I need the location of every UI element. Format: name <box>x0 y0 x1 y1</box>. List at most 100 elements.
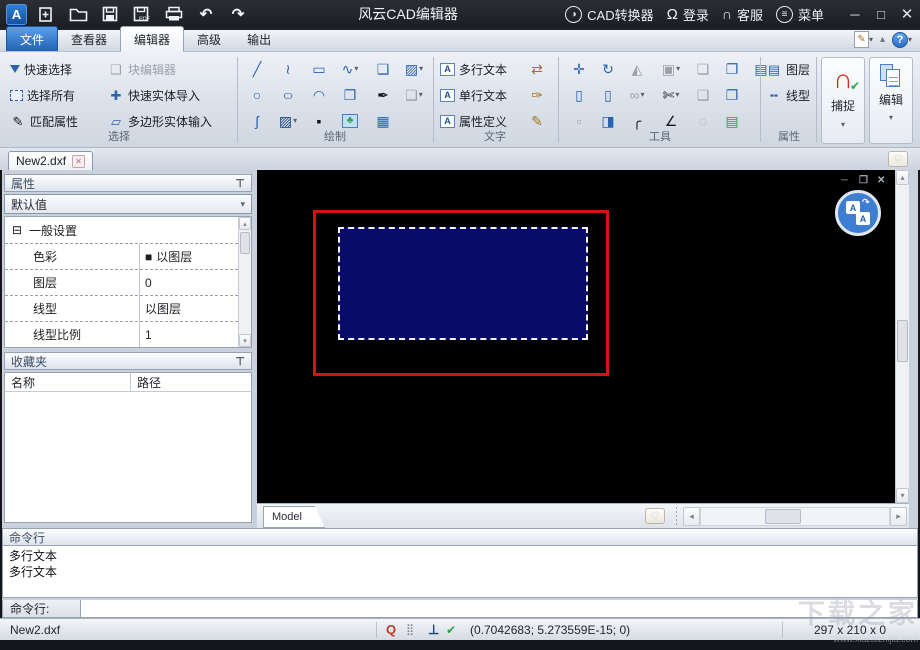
snap-button[interactable]: ∩ ✔ 捕捉 ▾ <box>821 57 865 144</box>
duplicate-button[interactable]: ❑ ▾ <box>401 84 427 106</box>
scrollbar-thumb[interactable] <box>240 232 250 254</box>
property-row-linetype[interactable]: 线型 以图层 <box>5 295 238 321</box>
open-file-button[interactable] <box>65 2 91 26</box>
help-button[interactable]: ? ▾ <box>891 31 912 48</box>
rotate-tool-button[interactable]: ↻ <box>595 58 621 80</box>
redo-button[interactable]: ↷ <box>225 2 251 26</box>
tab-advanced[interactable]: 高级 <box>184 27 234 51</box>
tab-output[interactable]: 输出 <box>234 27 284 51</box>
print-button[interactable] <box>161 2 187 26</box>
osnap-toggle-icon[interactable]: ✔ <box>446 623 456 637</box>
layers-button[interactable]: ▤ 图层 <box>766 58 810 80</box>
tab-editor[interactable]: 编辑器 <box>120 26 185 52</box>
canvas-vscrollbar[interactable]: ▴ ▾ <box>895 170 909 503</box>
block-insert-button[interactable]: ❏ <box>370 58 396 80</box>
document-close-button[interactable]: ✕ <box>72 154 86 168</box>
layout-more-button[interactable]: ♡ <box>645 508 665 524</box>
scroll-left-button[interactable]: ◂ <box>683 507 700 526</box>
mirror-tool-button[interactable]: ◭ <box>624 58 650 80</box>
model-tab[interactable]: Model <box>263 506 325 528</box>
favorites-col-path[interactable]: 路径 <box>131 374 161 391</box>
mdi-close-button[interactable]: ✕ <box>877 175 885 186</box>
minimize-button[interactable]: ─ <box>842 1 868 27</box>
layers-icon: ▤ <box>767 61 781 77</box>
property-row-layer[interactable]: 图层 0 <box>5 269 238 295</box>
cut-tool-button[interactable]: ✄ ▾ <box>658 84 684 106</box>
extend-tool-button[interactable]: ▯ <box>595 84 621 106</box>
pen-tool-button[interactable]: ✒ <box>370 84 396 106</box>
arc-tool-button[interactable]: ◠ <box>306 84 332 106</box>
maximize-button[interactable]: □ <box>868 1 894 27</box>
trim-tool-button[interactable]: ▯ <box>566 84 592 106</box>
tab-viewer[interactable]: 查看器 <box>58 27 120 51</box>
collapse-ribbon-button[interactable]: ▴ <box>880 34 885 45</box>
quick-select-button[interactable]: 快速选择 <box>10 58 72 80</box>
support-button[interactable]: 客服 <box>737 5 763 24</box>
cad-converter-button[interactable]: CAD转换器 <box>587 5 653 24</box>
command-history[interactable]: 多行文本 多行文本 <box>2 546 918 598</box>
copy-objects-button[interactable]: ❑ <box>690 84 716 106</box>
selected-solid-rectangle[interactable] <box>338 227 588 340</box>
quick-entity-import-button[interactable]: ✚ 快速实体导入 <box>108 84 200 106</box>
scroll-right-button[interactable]: ▸ <box>890 507 907 526</box>
circle-tool-button[interactable]: ○ <box>244 84 270 106</box>
favorites-list[interactable] <box>4 392 252 523</box>
polyline-tool-button[interactable]: ∿ ▾ <box>337 58 363 80</box>
rectangle-tool-button[interactable]: ▭ <box>306 58 332 80</box>
save-button[interactable] <box>97 2 123 26</box>
scroll-up-button[interactable]: ▴ <box>896 170 909 185</box>
stext-button[interactable]: A 单行文本 <box>440 84 507 106</box>
scrollbar-thumb[interactable] <box>765 509 801 524</box>
command-input[interactable] <box>81 600 917 617</box>
text-edit-button[interactable]: ✑ <box>524 84 550 106</box>
undo-button[interactable]: ↶ <box>193 2 219 26</box>
scroll-down-button[interactable]: ▾ <box>239 334 251 347</box>
mdi-restore-button[interactable]: ❐ <box>859 175 868 186</box>
linetype-button[interactable]: ╍ 线型 <box>766 84 810 106</box>
canvas-hscrollbar[interactable] <box>700 507 890 526</box>
copy-tool-button[interactable]: ❏ <box>690 58 716 80</box>
freehand-tool-button[interactable]: ≀ <box>275 58 301 80</box>
scroll-up-button[interactable]: ▴ <box>239 217 251 230</box>
edit-button[interactable]: 编辑 ▾ <box>869 57 913 144</box>
drawing-canvas[interactable]: ─ ❐ ✕ A ↷ A <box>257 170 895 503</box>
grid-toggle-icon[interactable]: ⣿ <box>406 623 414 636</box>
block-update-button[interactable]: ❐ <box>719 58 745 80</box>
scroll-down-button[interactable]: ▾ <box>896 488 909 503</box>
pin-icon[interactable]: ⊤ <box>235 355 245 368</box>
property-grid-scrollbar[interactable]: ▴ ▾ <box>238 217 251 347</box>
copy-objects-icon: ❑ <box>696 87 710 103</box>
scrollbar-thumb[interactable] <box>897 320 908 362</box>
login-button[interactable]: 登录 <box>683 5 709 24</box>
line-tool-button[interactable]: ╱ <box>244 58 270 80</box>
ortho-toggle-icon[interactable]: ⊥ <box>428 622 439 638</box>
block-copy-button[interactable]: ❐ <box>337 84 363 106</box>
ellipse-tool-button[interactable]: ○ <box>275 84 301 106</box>
save-as-pdf-button[interactable]: PDF <box>129 2 155 26</box>
text-scale-button[interactable]: ⇄ <box>524 58 550 80</box>
mdi-minimize-button[interactable]: ─ <box>841 175 848 186</box>
offset-tool-button[interactable]: ▣ ▾ <box>658 58 684 80</box>
mtext-button[interactable]: A 多行文本 <box>440 58 507 80</box>
block-editor-button[interactable]: ❑ 块编辑器 <box>108 58 176 80</box>
properties-preset-dropdown[interactable]: 默认值 ▾ <box>4 194 252 214</box>
close-button[interactable]: ✕ <box>894 1 920 27</box>
property-row-color[interactable]: 色彩 ■ 以图层 <box>5 243 238 269</box>
move-tool-button[interactable]: ✛ <box>566 58 592 80</box>
pin-icon[interactable]: ⊤ <box>235 177 245 190</box>
link-tool-button[interactable]: ∞ ▾ <box>624 84 650 106</box>
document-tab[interactable]: New2.dxf ✕ <box>8 151 94 170</box>
select-all-button[interactable]: 选择所有 <box>10 84 75 106</box>
tabstrip-more-button[interactable]: ♡ <box>888 151 908 167</box>
translate-button[interactable]: A ↷ A <box>835 190 881 236</box>
property-group-row[interactable]: ⊟ 一般设置 <box>5 217 238 243</box>
tab-file[interactable]: 文件 <box>6 26 59 51</box>
favorites-col-name[interactable]: 名称 <box>5 373 131 391</box>
region-tool-button[interactable]: ▨ ▾ <box>401 58 427 80</box>
new-file-button[interactable] <box>33 2 59 26</box>
snap-toggle-icon[interactable]: Q <box>386 622 396 637</box>
property-row-ltscale[interactable]: 线型比例 1 <box>5 321 238 347</box>
menu-button[interactable]: 菜单 <box>798 5 824 24</box>
edit-mode-button[interactable]: ✎ ▾ <box>853 31 873 48</box>
block-sync-button[interactable]: ❐ <box>719 84 745 106</box>
